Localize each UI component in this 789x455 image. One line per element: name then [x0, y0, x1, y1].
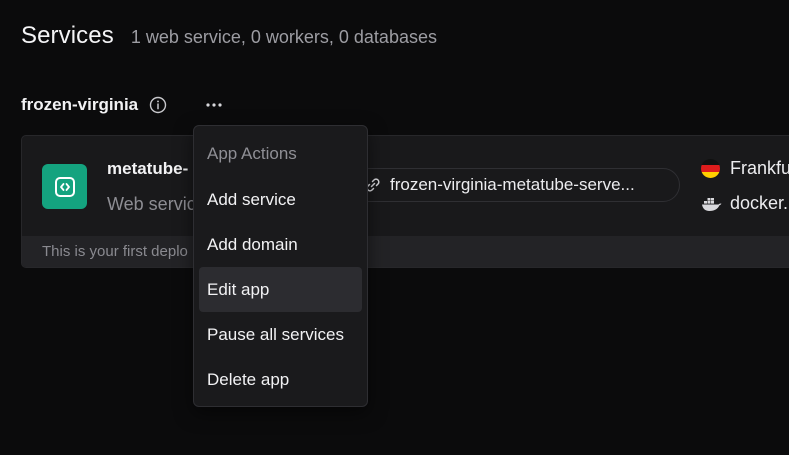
menu-item-delete-app[interactable]: Delete app: [199, 357, 362, 402]
region-label: Frankfu: [730, 158, 789, 178]
info-icon[interactable]: [149, 96, 167, 114]
service-region: Frankfu: [701, 158, 789, 179]
service-url: frozen-virginia-metatube-serve...: [390, 175, 635, 194]
germany-flag-icon: [701, 159, 720, 178]
service-card-body: metatube- Web servic frozen-virginia-met…: [22, 136, 789, 236]
services-page: Services 1 web service, 0 workers, 0 dat…: [0, 0, 789, 455]
image-label: docker.: [730, 193, 789, 213]
app-header: frozen-virginia: [21, 94, 222, 116]
service-url-link[interactable]: frozen-virginia-metatube-serve...: [352, 168, 680, 202]
footer-note: This is your first deplo: [42, 243, 188, 260]
menu-item-add-domain[interactable]: Add domain: [199, 222, 362, 267]
service-card[interactable]: metatube- Web servic frozen-virginia-met…: [21, 135, 789, 268]
code-brackets-icon: [42, 164, 87, 209]
services-summary: 1 web service, 0 workers, 0 databases: [130, 27, 437, 47]
more-horizontal-icon[interactable]: [202, 92, 226, 118]
app-actions-menu: App Actions Add service Add domain Edit …: [193, 125, 368, 407]
menu-header: App Actions: [207, 144, 297, 163]
service-name[interactable]: metatube-: [107, 159, 188, 179]
menu-item-edit-app[interactable]: Edit app: [199, 267, 362, 312]
menu-item-pause-all-services[interactable]: Pause all services: [199, 312, 362, 357]
service-type: Web servic: [107, 194, 196, 214]
menu-item-add-service[interactable]: Add service: [199, 177, 362, 222]
service-card-footer: This is your first deplo: [22, 236, 789, 267]
docker-icon: [701, 195, 722, 213]
page-header: Services 1 web service, 0 workers, 0 dat…: [21, 22, 437, 50]
page-title: Services: [21, 22, 114, 49]
service-image: docker.: [701, 193, 788, 214]
app-name: frozen-virginia: [21, 95, 139, 114]
